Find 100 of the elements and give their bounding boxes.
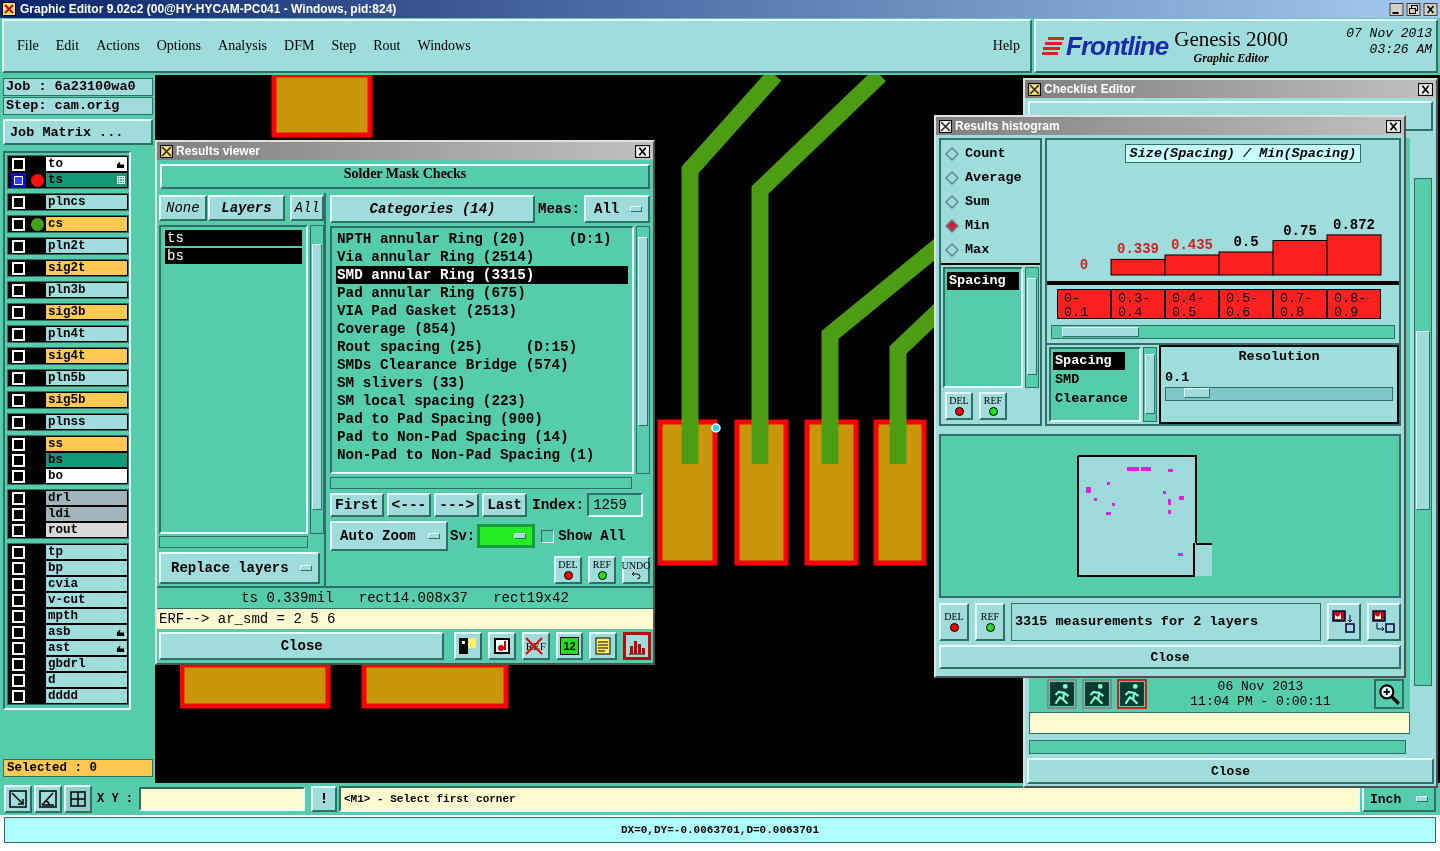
runner-icon[interactable] (1047, 679, 1077, 709)
close-icon[interactable] (1418, 82, 1433, 96)
layer-name[interactable]: sig3b (46, 305, 127, 319)
layer-name[interactable]: v-cut (46, 593, 127, 607)
navigation-button[interactable]: Last (482, 493, 527, 517)
zoom-box-icon[interactable] (4, 785, 32, 813)
layer-checkbox[interactable] (12, 173, 25, 187)
meas-dropdown[interactable]: All (584, 195, 650, 223)
menu-item[interactable]: Windows (417, 38, 471, 54)
layer-filter-button[interactable]: None (159, 195, 207, 221)
menu-item[interactable]: Analysis (218, 38, 268, 54)
close-icon[interactable] (635, 144, 650, 158)
layer-name[interactable]: gbdrl (46, 657, 127, 671)
units-dropdown[interactable]: Inch (1362, 786, 1436, 812)
minimize-icon[interactable] (1389, 2, 1404, 16)
radio-button[interactable] (945, 146, 959, 161)
type-item[interactable]: Spacing (1053, 352, 1125, 370)
layer-name[interactable]: cvia (46, 577, 127, 591)
layer-name[interactable]: rout (46, 523, 127, 537)
horizontal-scrollbar[interactable] (159, 536, 308, 548)
layer-list-item[interactable]: ts (165, 230, 302, 246)
category-item[interactable]: Coverage (854) (336, 320, 628, 338)
reference-button[interactable]: REF (975, 603, 1005, 641)
slider-thumb[interactable] (1184, 388, 1211, 398)
type-item[interactable]: SMD (1053, 371, 1125, 389)
replace-layers-dropdown[interactable]: Replace layers (159, 552, 320, 584)
navigation-button[interactable]: <--- (386, 493, 432, 517)
menu-item[interactable]: File (17, 38, 39, 54)
zoom-in-icon[interactable] (1374, 679, 1404, 709)
layer-name[interactable]: sig4t (46, 349, 127, 363)
export-chart-button[interactable] (1327, 603, 1361, 641)
layer-name[interactable]: to (46, 157, 127, 171)
vertical-scrollbar[interactable] (1025, 267, 1039, 388)
auto-zoom-dropdown[interactable]: Auto Zoom (330, 521, 448, 551)
layer-name[interactable]: pln2t (46, 239, 127, 253)
runner-icon[interactable] (1117, 679, 1147, 709)
layer-name[interactable]: pln5b (46, 371, 127, 385)
measure-angle-icon[interactable] (34, 785, 62, 813)
layer-name[interactable]: bs (46, 453, 127, 467)
horizontal-scrollbar[interactable] (1029, 740, 1406, 754)
category-item[interactable]: SM slivers (33) (336, 374, 628, 392)
menu-item[interactable]: Options (156, 38, 202, 54)
layer-name[interactable]: cs (46, 217, 127, 231)
layer-name[interactable]: dddd (46, 689, 127, 703)
menu-item[interactable]: Actions (96, 38, 140, 54)
delete-button[interactable]: DEL (939, 603, 969, 641)
category-item[interactable]: Pad annular Ring (675) (336, 284, 628, 302)
grid-snap-icon[interactable] (64, 785, 92, 813)
delete-button[interactable]: DEL (945, 392, 973, 420)
close-button[interactable]: Close (939, 645, 1401, 669)
layer-name[interactable]: tp (46, 545, 127, 559)
layer-name[interactable]: plncs (46, 195, 127, 209)
navigation-button[interactable]: ---> (434, 493, 480, 517)
layer-filter-button[interactable]: Layers (207, 195, 286, 221)
category-item[interactable]: SM local spacing (223) (336, 392, 628, 410)
layer-filter-button[interactable]: All (290, 195, 324, 221)
reference-button[interactable]: REF (979, 392, 1007, 420)
category-item[interactable]: Pad to Pad Spacing (900) (336, 410, 628, 428)
layer-name[interactable]: ts (46, 173, 127, 187)
close-icon[interactable] (1386, 119, 1401, 133)
layer-name[interactable]: pln3b (46, 283, 127, 297)
radio-button[interactable] (945, 194, 959, 209)
layer-name[interactable]: asb (46, 625, 127, 639)
vertical-scrollbar[interactable] (636, 226, 650, 474)
layer-list-item[interactable]: bs (165, 248, 302, 264)
navigation-button[interactable]: First (330, 493, 384, 517)
layer-name[interactable]: bp (46, 561, 127, 575)
layer-name[interactable]: d (46, 673, 127, 687)
layer-name[interactable]: mpth (46, 609, 127, 623)
layer-name[interactable]: ldi (46, 507, 127, 521)
horizontal-scrollbar[interactable] (1051, 325, 1395, 339)
categories-button[interactable]: Categories (14) (330, 195, 535, 223)
vertical-scrollbar[interactable] (310, 225, 324, 534)
warning-button[interactable]: ! (311, 786, 337, 812)
layer-name[interactable]: bo (46, 469, 127, 483)
category-item[interactable]: Via annular Ring (2514) (336, 248, 628, 266)
layer-name[interactable]: sig2t (46, 261, 127, 275)
measure-item[interactable]: Spacing (947, 272, 1019, 290)
show-all-checkbox[interactable] (541, 529, 555, 543)
coordinates-field[interactable] (139, 787, 305, 811)
horizontal-scrollbar[interactable] (330, 477, 632, 489)
radio-button[interactable] (945, 218, 959, 233)
category-item[interactable]: Non-Pad to Non-Pad Spacing (1) (336, 446, 628, 464)
layer-name[interactable]: plnss (46, 415, 127, 429)
restore-icon[interactable] (1406, 2, 1421, 16)
layer-name[interactable]: sig5b (46, 393, 127, 407)
category-item[interactable]: NPTH annular Ring (20) (D:1) (336, 230, 628, 248)
job-matrix-button[interactable]: Job Matrix ... (3, 119, 153, 145)
menu-item[interactable]: Edit (55, 38, 80, 54)
menu-item[interactable]: Rout (373, 38, 401, 54)
undo-button[interactable]: UNDO (622, 556, 650, 584)
reference-button[interactable]: REF (588, 556, 616, 584)
radio-button[interactable] (945, 170, 959, 185)
category-item[interactable]: Pad to Non-Pad Spacing (14) (336, 428, 628, 446)
delete-button[interactable]: DEL (554, 556, 582, 584)
vertical-scrollbar[interactable] (1414, 178, 1432, 686)
category-item[interactable]: Rout spacing (25) (D:15) (336, 338, 628, 356)
radio-button[interactable] (945, 242, 959, 257)
layer-name[interactable]: drl (46, 491, 127, 505)
import-chart-button[interactable] (1367, 603, 1401, 641)
